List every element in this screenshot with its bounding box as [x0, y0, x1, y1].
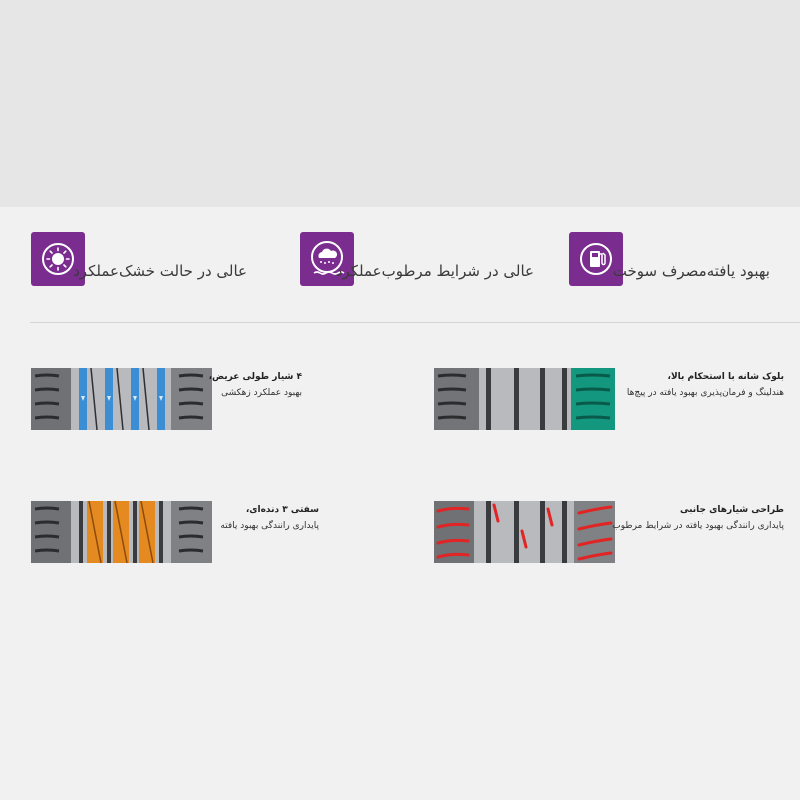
tread-text: پایداری رانندگی بهبود یافته	[220, 521, 319, 531]
feature-label: عالی در حالت خشک‌عملکرد	[73, 262, 247, 280]
tire-tread-teal-shoulder-image	[434, 368, 615, 430]
tread-title: سفتی ۳ دنده‌ای،	[245, 505, 319, 515]
tread-description: بلوک شانه با استحکام بالا، هندلینگ و فرم…	[627, 370, 784, 400]
tread-text: هندلینگ و فرمان‌پذیری بهبود یافته در پیچ…	[626, 388, 784, 398]
tread-title: بلوک شانه با استحکام بالا،	[667, 372, 784, 382]
tread-text: بهبود عملکرد زهکشی	[221, 388, 302, 398]
tire-tread-orange-ribs-image	[31, 501, 212, 563]
tire-tread-blue-grooves-image	[31, 368, 212, 430]
tread-description: طراحی شیارهای جانبی پایداری رانندگی بهبو…	[612, 503, 784, 533]
tire-tread-red-lateral-image	[434, 501, 615, 563]
feature-wet-performance: عالی در شرایط مرطوب‌عملکرد	[300, 232, 538, 286]
tread-description: سفتی ۳ دنده‌ای، پایداری رانندگی بهبود یا…	[220, 503, 319, 533]
feature-label: بهبود یافته‌مصرف سوخت	[612, 262, 770, 280]
feature-fuel-consumption: بهبود یافته‌مصرف سوخت	[569, 232, 773, 286]
tread-title: ۴ شیار طولی عریض،	[208, 372, 302, 382]
tread-description: ۴ شیار طولی عریض، بهبود عملکرد زهکشی	[209, 370, 302, 400]
section-divider	[30, 322, 800, 323]
feature-dry-performance: عالی در حالت خشک‌عملکرد	[31, 232, 251, 286]
top-banner	[0, 0, 800, 207]
tread-title: طراحی شیارهای جانبی	[680, 505, 784, 515]
feature-label: عالی در شرایط مرطوب‌عملکرد	[335, 262, 534, 280]
tread-text: پایداری رانندگی بهبود یافته در شرایط مرط…	[612, 521, 784, 531]
